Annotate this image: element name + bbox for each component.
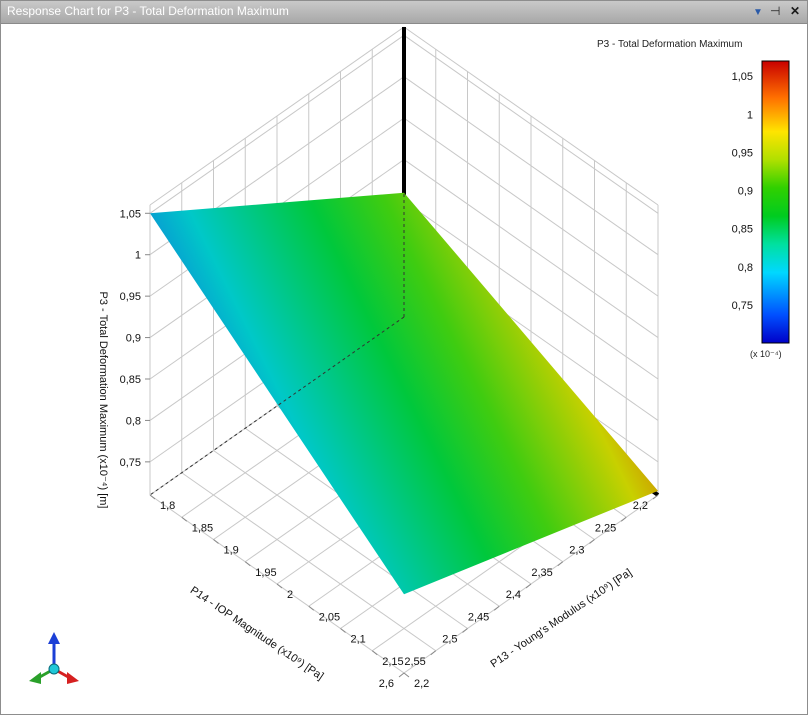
z-tick-label: 0,95: [120, 291, 141, 303]
colorbar-multiplier: (x 10⁻⁴): [750, 349, 782, 359]
x-tick-label: 2,6: [379, 678, 394, 690]
y-axis-label: P13 - Young's Modulus (x10⁹) [Pa]: [488, 567, 634, 671]
x-tick-mark: [557, 561, 564, 567]
orientation-triad-icon[interactable]: [29, 632, 79, 684]
y-tick-label: 1,85: [192, 522, 213, 534]
x-tick-label: 2,4: [506, 589, 521, 601]
x-tick-label: 2,55: [404, 656, 425, 668]
response-surface: [149, 192, 658, 595]
x-axis-label: P14 - IOP Magnitude (x10⁹) [Pa]: [188, 584, 326, 682]
x-tick-mark: [620, 516, 627, 522]
y-tick-label: 2,05: [319, 611, 340, 623]
colorbar-tick-label: 0,85: [732, 224, 753, 236]
response-surface-plot[interactable]: 0,75 0,8 0,85 0,9 0,95 1 1,05 2,2 2,25 2,3 2,35 2,4…: [1, 24, 807, 714]
response-chart-window: Response Chart for P3 - Total Deformatio…: [0, 0, 808, 715]
y-tick-mark: [181, 516, 188, 522]
colorbar-tick-label: 0,8: [738, 262, 753, 274]
y-tick-mark: [149, 494, 156, 500]
z-tick-label: 0,8: [126, 415, 141, 427]
surface-patch: [150, 192, 658, 595]
y-tick-mark: [403, 672, 410, 678]
x-tick-mark: [493, 605, 500, 611]
y-tick-mark: [244, 561, 251, 567]
y-tick-mark: [340, 628, 346, 633]
colorbar-title: P3 - Total Deformation Maximum: [597, 39, 743, 50]
y-tick-mark: [213, 539, 219, 544]
window-title: Response Chart for P3 - Total Deformatio…: [7, 4, 289, 18]
colorbar-tick-label: 0,95: [732, 147, 753, 159]
x-tick-mark: [462, 628, 468, 633]
colorbar-tick-label: 0,75: [732, 300, 753, 312]
x-tick-label: 2,45: [468, 611, 489, 623]
x-tick-label: 2,35: [531, 567, 552, 579]
x-tick-label: 2,2: [633, 500, 648, 512]
y-tick-label: 2: [287, 589, 293, 601]
x-tick-label: 2,3: [569, 545, 584, 557]
z-tick-label: 1: [135, 250, 141, 262]
y-tick-mark: [276, 583, 283, 589]
x-tick-mark: [525, 583, 532, 589]
pin-icon[interactable]: ⊣: [770, 3, 780, 19]
z-tick-label: 0,85: [120, 374, 141, 386]
z-tick-label: 0,9: [126, 333, 141, 345]
z-tick-label: 0,75: [120, 457, 141, 469]
x-tick-mark: [430, 650, 437, 656]
y-tick-label: 1,9: [224, 545, 239, 557]
colorbar-tick-label: 1: [747, 109, 753, 121]
window-titlebar: Response Chart for P3 - Total Deformatio…: [1, 1, 807, 24]
dropdown-arrow-icon[interactable]: ▼: [753, 5, 763, 21]
x-tick-mark: [589, 539, 595, 544]
z-axis-label: P3 - Total Deformation Maximum (x10⁻⁴) […: [97, 292, 109, 509]
y-tick-label: 1,8: [160, 500, 175, 512]
z-tick-label: 1,05: [120, 208, 141, 220]
x-tick-label: 2,25: [595, 522, 616, 534]
colorbar-tick-label: 1,05: [732, 71, 753, 83]
colorbar-tick-label: 0,9: [738, 186, 753, 198]
y-tick-label: 2,2: [414, 678, 429, 690]
x-tick-label: 2,5: [442, 634, 457, 646]
y-tick-mark: [371, 650, 378, 656]
x-tick-mark: [398, 672, 405, 678]
y-tick-label: 2,1: [351, 634, 366, 646]
colorbar-gradient: [761, 60, 790, 344]
y-tick-label: 2,15: [382, 656, 403, 668]
y-tick-mark: [308, 605, 315, 611]
close-icon[interactable]: ✕: [790, 3, 800, 19]
colorbar: 1,05 1 0,95 0,9 0,85 0,8 0,75: [732, 60, 790, 344]
y-tick-label: 1,95: [255, 567, 276, 579]
